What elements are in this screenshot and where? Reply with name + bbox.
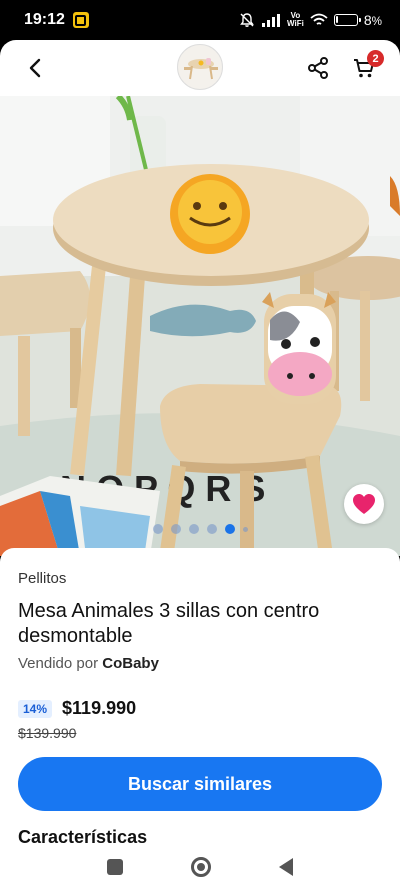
cart-button[interactable]: 2 <box>344 48 384 88</box>
product-image-gallery[interactable]: N O P Q R S <box>0 96 400 556</box>
gallery-dot[interactable] <box>170 524 181 534</box>
status-time: 19:12 <box>24 11 65 28</box>
app-notification-icon <box>72 12 89 28</box>
favorite-button[interactable] <box>344 484 384 524</box>
share-button[interactable] <box>298 48 338 88</box>
system-back-button[interactable] <box>279 857 293 876</box>
share-icon <box>308 57 328 79</box>
system-navigation-bar <box>0 844 400 889</box>
status-indicators: Vo WiFi 8% <box>239 12 382 28</box>
back-button[interactable] <box>16 48 56 88</box>
sold-by-label: Vendido por <box>18 655 99 672</box>
gallery-dot[interactable] <box>188 524 199 534</box>
status-bar: 19:12 Vo WiFi 8% <box>0 0 400 40</box>
discount-badge: 14% <box>18 699 53 718</box>
wifi-icon <box>310 13 328 25</box>
seller-info: Vendido por CoBaby <box>18 655 382 672</box>
cow-decoration <box>262 292 336 404</box>
app-header: 2 <box>0 40 400 96</box>
home-button[interactable] <box>191 856 211 877</box>
price-row: 14% $119.990 <box>18 698 382 719</box>
product-photo: N O P Q R S <box>0 96 400 556</box>
features-heading: Características <box>18 827 148 844</box>
chevron-left-icon <box>29 58 41 78</box>
cart-count-badge: 2 <box>367 50 384 67</box>
product-details: Pellitos Mesa Animales 3 sillas con cent… <box>0 548 400 844</box>
seller-name[interactable]: CoBaby <box>102 655 159 672</box>
current-price: $119.990 <box>62 698 137 718</box>
vowifi-bottom-label: WiFi <box>287 19 304 28</box>
sun-decoration <box>170 174 250 254</box>
gallery-pagination <box>0 524 400 534</box>
recent-apps-button[interactable] <box>107 858 123 875</box>
vowifi-indicator: Vo WiFi <box>287 12 304 28</box>
search-similar-button[interactable]: Buscar similares <box>18 757 382 811</box>
product-thumbnail[interactable] <box>177 44 223 90</box>
battery-level <box>335 16 338 23</box>
product-title: Mesa Animales 3 sillas con centro desmon… <box>18 600 320 647</box>
original-price: $139.990 <box>18 725 77 741</box>
product-brand[interactable]: Pellitos <box>18 570 382 587</box>
gallery-dot[interactable] <box>224 524 235 534</box>
signal-icon <box>262 14 281 27</box>
table-thumbnail-icon <box>184 58 218 80</box>
gallery-dot[interactable] <box>152 524 163 534</box>
bell-muted-icon <box>240 13 254 27</box>
gallery-dot[interactable] <box>206 524 217 534</box>
gallery-dot[interactable] <box>242 526 248 532</box>
battery-percent: 8% <box>363 12 382 28</box>
battery-icon <box>333 14 361 26</box>
heart-icon <box>353 494 375 514</box>
